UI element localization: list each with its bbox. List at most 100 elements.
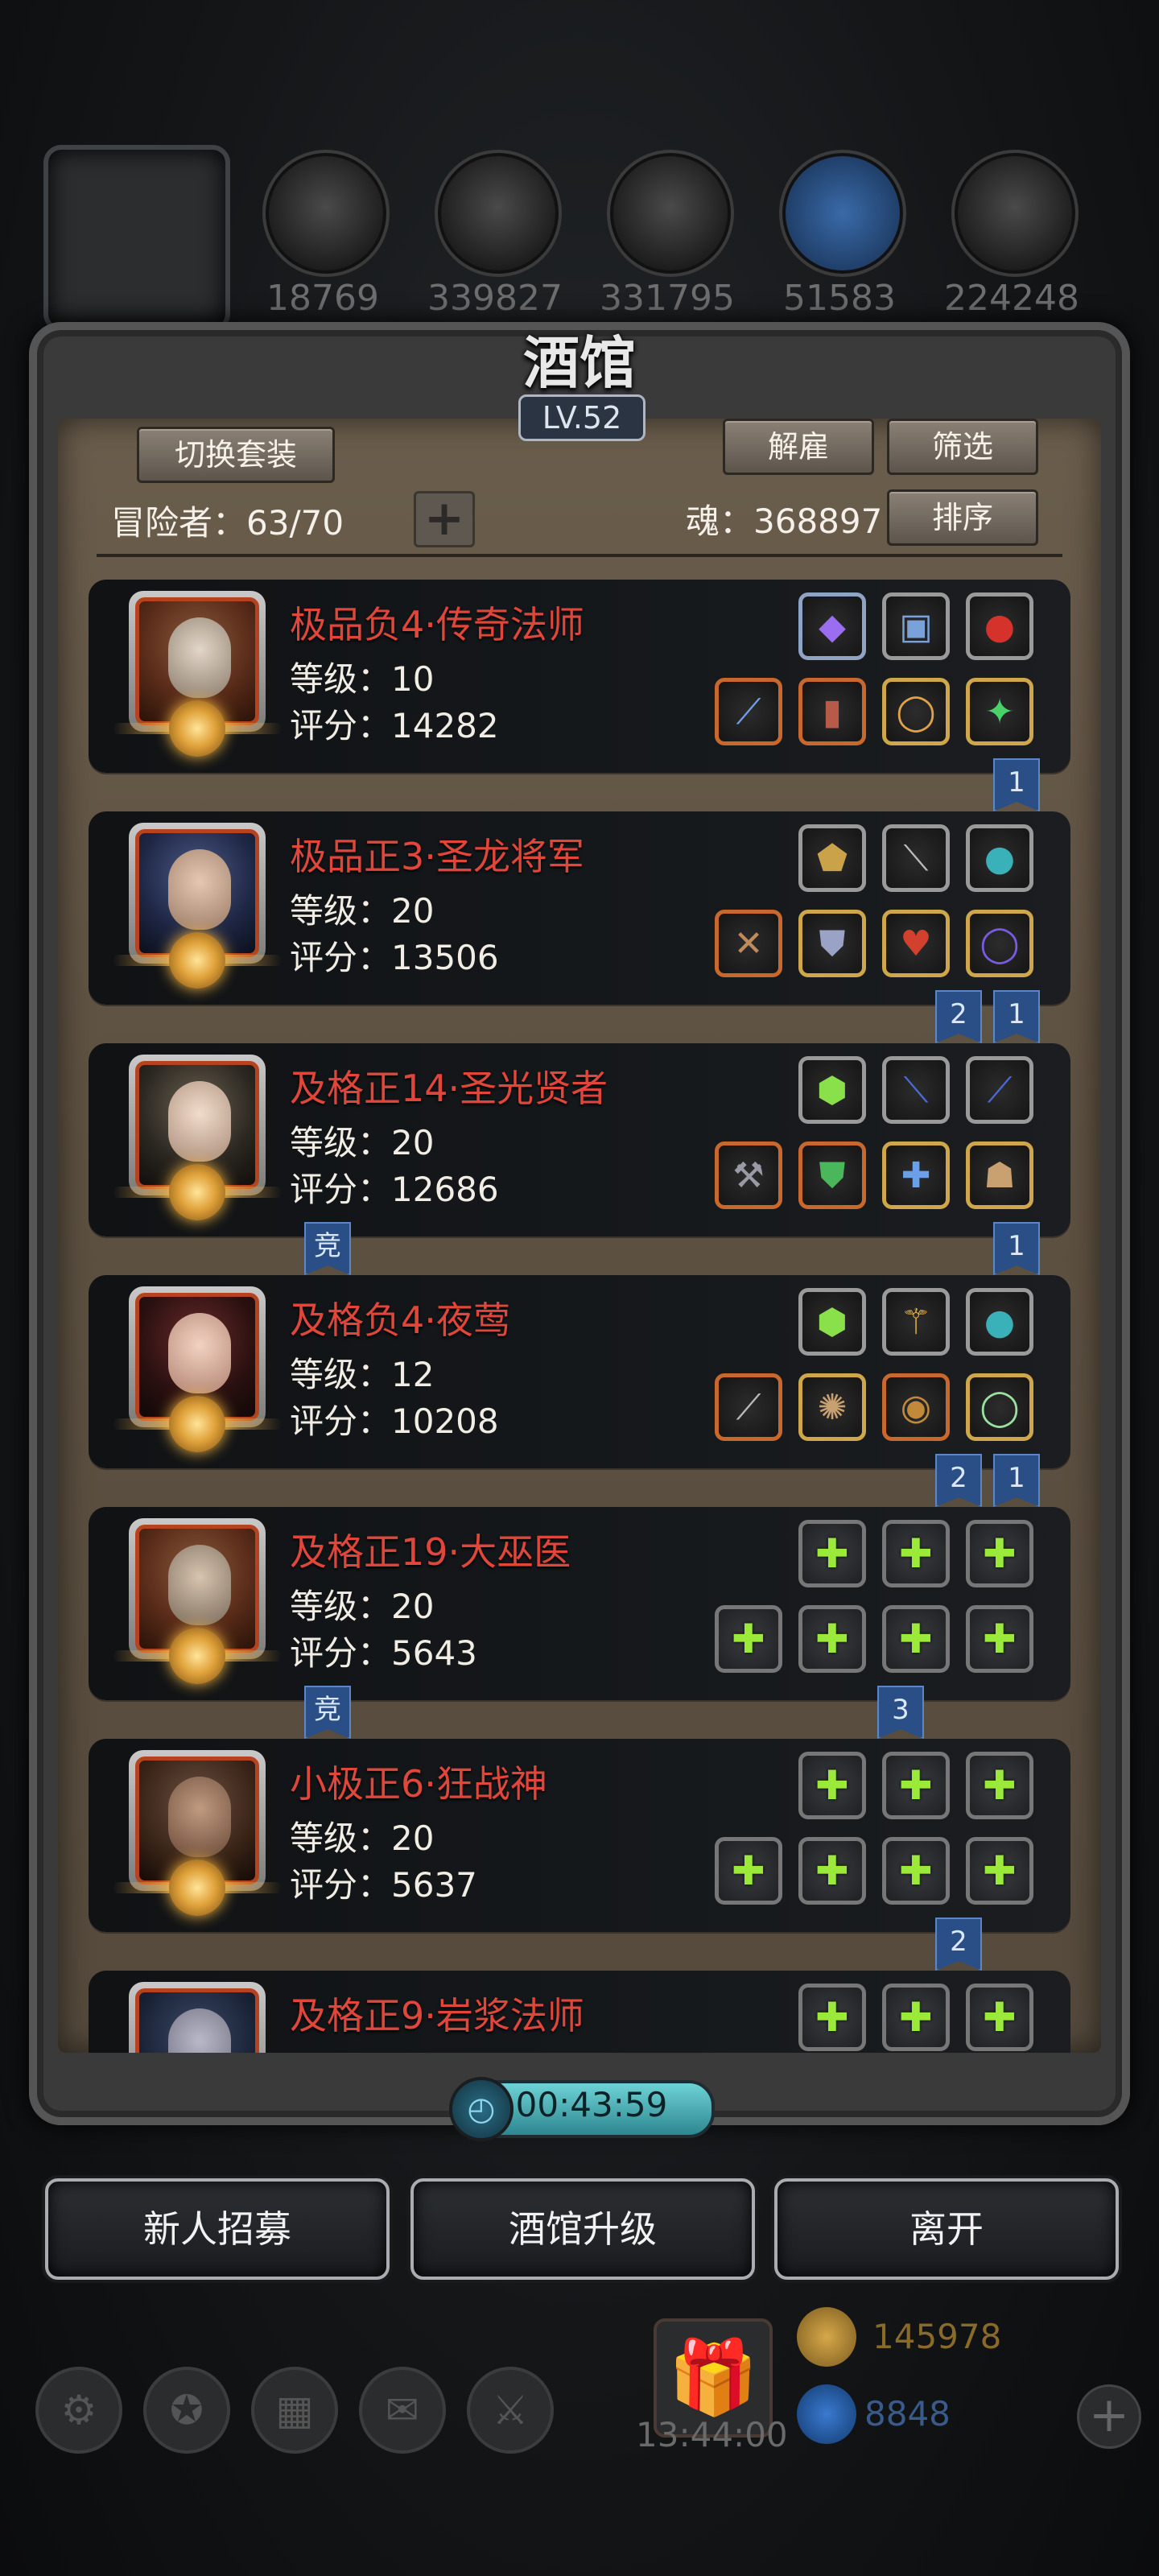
- quest-icon[interactable]: ▦: [251, 2367, 338, 2454]
- gem-amount: 8848: [864, 2394, 951, 2434]
- soul-count: 魂：368897: [686, 502, 883, 541]
- golden-staff-icon[interactable]: ⚚: [882, 1288, 950, 1356]
- refresh-timer: 00:43:59: [515, 2085, 668, 2124]
- add-equipment-icon[interactable]: ✚: [966, 1752, 1033, 1819]
- iron-icon: [951, 150, 1079, 277]
- team-tag: 1: [993, 990, 1040, 1043]
- red-stone-icon[interactable]: ●: [966, 592, 1033, 660]
- green-gem-icon[interactable]: ✦: [966, 678, 1033, 745]
- blue-stone-icon[interactable]: ●: [966, 824, 1033, 892]
- helmet-icon[interactable]: ⬟: [798, 824, 866, 892]
- hero-level: 等级：20: [290, 891, 435, 931]
- robe-icon[interactable]: ▮: [798, 678, 866, 745]
- hero-score: 评分：12686: [290, 1170, 499, 1209]
- hero-avatar[interactable]: [129, 1982, 266, 2053]
- add-equipment-icon[interactable]: ✚: [882, 1605, 950, 1673]
- stone-icon: [607, 150, 734, 277]
- hero-card[interactable]: 及格负4·夜莺 等级：12 评分：10208 ⬢ ⚚ ● ⟋ ✺ ◉ ◯: [89, 1275, 1070, 1468]
- add-equipment-icon[interactable]: ✚: [798, 1837, 866, 1905]
- upgrade-tavern-button[interactable]: 酒馆升级: [410, 2178, 755, 2280]
- hero-name: 小极正6·狂战神: [290, 1762, 547, 1806]
- silver-ring-icon[interactable]: ◯: [966, 1373, 1033, 1441]
- blue-stone-icon[interactable]: ●: [966, 1288, 1033, 1356]
- dragon-helm-icon[interactable]: ✺: [798, 1373, 866, 1441]
- pendant-icon[interactable]: ✚: [882, 1141, 950, 1209]
- leave-button[interactable]: 离开: [774, 2178, 1119, 2280]
- team-tag: 3: [877, 1686, 924, 1739]
- hero-card[interactable]: 小极正6·狂战神 等级：20 评分：5637 ✚ ✚ ✚ ✚ ✚ ✚ ✚: [89, 1739, 1070, 1932]
- hero-name: 及格正9·岩浆法师: [290, 1994, 584, 2037]
- add-adventurer-slot-button[interactable]: +: [414, 491, 475, 547]
- achievement-icon[interactable]: ✪: [143, 2367, 230, 2454]
- switch-set-button[interactable]: 切换套装: [137, 427, 335, 483]
- medallion-icon[interactable]: ◉: [882, 1373, 950, 1441]
- competition-tag: 竞: [304, 1222, 351, 1275]
- recruit-button[interactable]: 新人招募: [45, 2178, 390, 2280]
- hero-card[interactable]: 极品正3·圣龙将军 等级：20 评分：13506 ⬟ ⟍ ● ✕ ⛊ ♥ ◯: [89, 811, 1070, 1005]
- green-crystal-icon[interactable]: ⬢: [798, 1056, 866, 1124]
- dismiss-button[interactable]: 解雇: [723, 419, 874, 475]
- armor-icon[interactable]: ⛊: [798, 910, 866, 977]
- team-icon[interactable]: ⚔: [467, 2367, 554, 2454]
- settings-icon[interactable]: ⚙: [35, 2367, 122, 2454]
- add-equipment-icon[interactable]: ✚: [966, 1837, 1033, 1905]
- hero-score: 评分：5643: [290, 1633, 477, 1673]
- crossbow-icon[interactable]: ✕: [715, 910, 782, 977]
- hero-card[interactable]: 及格正9·岩浆法师 ✚ ✚ ✚: [89, 1971, 1070, 2053]
- filter-button[interactable]: 筛选: [887, 419, 1038, 475]
- hero-list[interactable]: 极品负4·传奇法师 等级：10 评分：14282 ◆ ▣ ● ⟋ ▮ ◯ ✦ 1…: [89, 564, 1070, 2053]
- blue-wand-icon[interactable]: ⟍: [882, 1056, 950, 1124]
- tavern-level-badge: LV.52: [518, 394, 645, 441]
- add-equipment-icon[interactable]: ✚: [882, 1837, 950, 1905]
- rank-emblem-icon: [169, 700, 225, 757]
- add-equipment-icon[interactable]: ✚: [966, 1605, 1033, 1673]
- add-equipment-icon[interactable]: ✚: [966, 1984, 1033, 2051]
- team-tag: 1: [993, 758, 1040, 811]
- competition-tag: 竞: [304, 1686, 351, 1739]
- add-equipment-icon[interactable]: ✚: [798, 1984, 866, 2051]
- add-equipment-icon[interactable]: ✚: [798, 1605, 866, 1673]
- dagger-icon[interactable]: ⟋: [715, 1373, 782, 1441]
- add-equipment-icon[interactable]: ✚: [966, 1520, 1033, 1587]
- hammer-icon[interactable]: ⚒: [715, 1141, 782, 1209]
- hero-card[interactable]: 极品负4·传奇法师 等级：10 评分：14282 ◆ ▣ ● ⟋ ▮ ◯ ✦: [89, 580, 1070, 773]
- add-equipment-icon[interactable]: ✚: [882, 1520, 950, 1587]
- add-equipment-icon[interactable]: ✚: [882, 1984, 950, 2051]
- purple-gem-icon[interactable]: ◆: [798, 592, 866, 660]
- hero-score: 评分：13506: [290, 938, 499, 977]
- mail-icon[interactable]: ✉: [359, 2367, 446, 2454]
- team-tag: 1: [993, 1222, 1040, 1275]
- add-equipment-icon[interactable]: ✚: [798, 1520, 866, 1587]
- add-equipment-icon[interactable]: ✚: [715, 1837, 782, 1905]
- ring-icon[interactable]: ◯: [882, 678, 950, 745]
- team-tag: 2: [935, 1918, 982, 1971]
- stone-count: 331795: [600, 278, 735, 319]
- sort-button[interactable]: 排序: [887, 489, 1038, 546]
- spear-icon[interactable]: ⟍: [882, 824, 950, 892]
- add-equipment-icon[interactable]: ✚: [715, 1605, 782, 1673]
- violet-ring-icon[interactable]: ◯: [966, 910, 1033, 977]
- hero-level: 等级：20: [290, 1587, 435, 1626]
- rank-emblem-icon: [169, 1396, 225, 1452]
- scroll-icon[interactable]: ▣: [882, 592, 950, 660]
- mask-icon[interactable]: ☗: [966, 1141, 1033, 1209]
- green-armor-icon[interactable]: ⛊: [798, 1141, 866, 1209]
- dark-bow-icon[interactable]: ⟋: [966, 1056, 1033, 1124]
- add-equipment-icon[interactable]: ✚: [798, 1752, 866, 1819]
- hero-name: 及格负4·夜莺: [290, 1298, 510, 1342]
- add-currency-icon[interactable]: +: [1077, 2384, 1141, 2449]
- team-tag: 2: [935, 990, 982, 1043]
- hero-card[interactable]: 及格正19·大巫医 等级：20 评分：5643 ✚ ✚ ✚ ✚ ✚ ✚ ✚: [89, 1507, 1070, 1700]
- add-equipment-icon[interactable]: ✚: [882, 1752, 950, 1819]
- crystal-count: 51583: [783, 278, 896, 319]
- hero-card[interactable]: 及格正14·圣光贤者 等级：20 评分：12686 ⬢ ⟍ ⟋ ⚒ ⛊ ✚ ☗: [89, 1043, 1070, 1236]
- player-portrait[interactable]: [43, 145, 230, 332]
- staff-icon[interactable]: ⟋: [715, 678, 782, 745]
- hero-name: 极品正3·圣龙将军: [290, 835, 584, 878]
- hero-name: 及格正19·大巫医: [290, 1530, 571, 1574]
- green-crystal-icon[interactable]: ⬢: [798, 1288, 866, 1356]
- hero-level: 等级：10: [290, 659, 435, 699]
- gem-icon: [797, 2384, 856, 2444]
- iron-count: 224248: [944, 278, 1079, 319]
- heart-amulet-icon[interactable]: ♥: [882, 910, 950, 977]
